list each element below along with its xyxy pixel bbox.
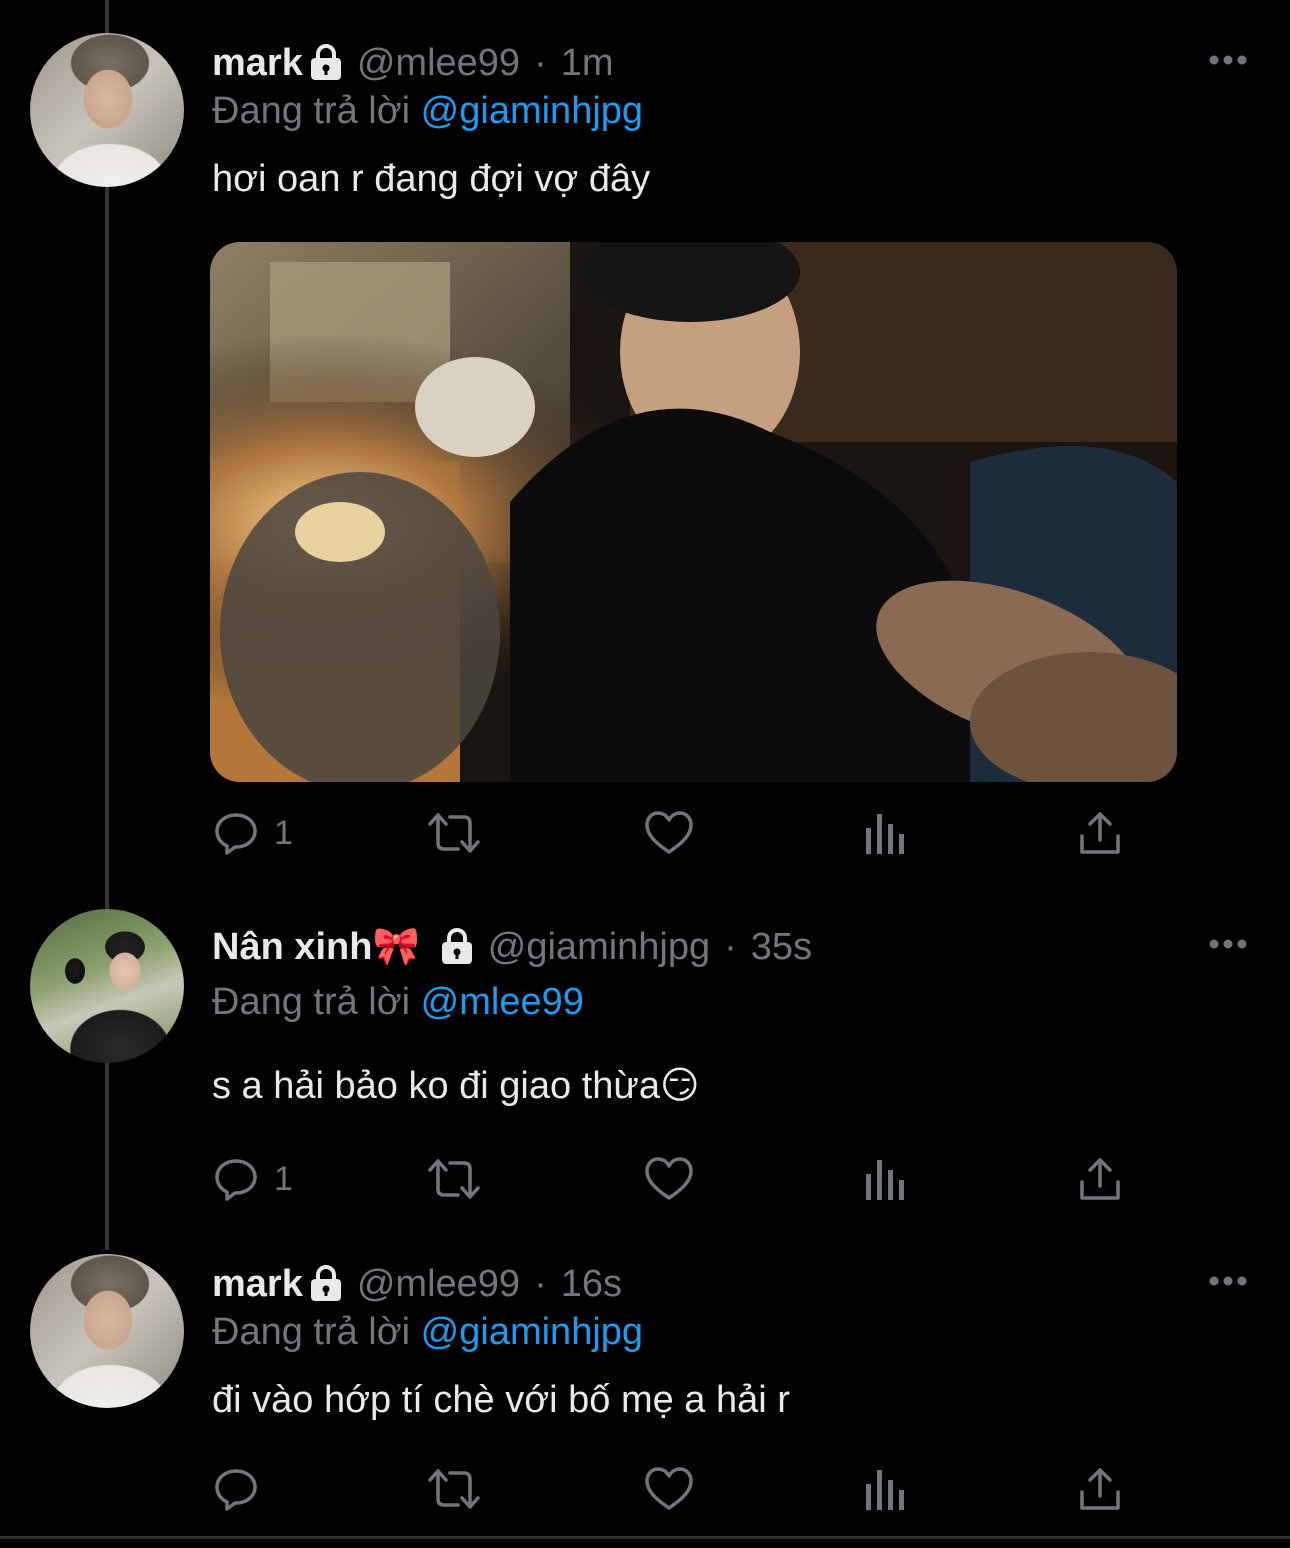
more-icon[interactable] [1208,937,1248,949]
retweet-icon [428,1469,480,1509]
heart-icon [645,811,693,854]
timestamp[interactable]: 16s [561,1262,622,1306]
mention-link[interactable]: @giaminhjpg [421,1311,643,1353]
media-image [210,242,1177,782]
mention-link[interactable]: @giaminhjpg [421,90,643,132]
retweet-icon [428,813,480,853]
mention-link[interactable]: @mlee99 [421,981,584,1023]
handle[interactable]: @giaminhjpg [488,925,710,969]
replying-prefix: Đang trả lời [212,981,411,1023]
tweet-text: hơi oan r đang đợi vợ đây [212,158,651,200]
display-name[interactable]: mark [212,41,303,85]
retweet-button[interactable] [426,1154,482,1204]
tweet-header: mark @mlee99 · 16s [212,1262,622,1306]
tweet-header: mark @mlee99 · 1m [212,41,614,85]
like-button[interactable] [644,1154,694,1204]
more-icon[interactable] [1208,1274,1248,1286]
more-icon[interactable] [1208,53,1248,65]
views-icon [866,1470,904,1510]
reply-button[interactable] [212,1464,274,1514]
like-button[interactable] [644,808,694,858]
reply-count: 1 [274,1159,293,1198]
replying-to: Đang trả lời @giaminhjpg [212,89,643,133]
like-button[interactable] [644,1464,694,1514]
reply-icon [215,1159,257,1201]
views-button[interactable] [864,808,908,858]
lock-icon [309,44,343,82]
tweet-media[interactable] [210,242,1177,782]
share-icon [1080,1158,1120,1200]
tweet-actions: 1 [212,808,1132,858]
separator: · [534,1263,547,1305]
tweet-actions: 1 [212,1154,1132,1204]
replying-to: Đang trả lời @mlee99 [212,980,584,1024]
lock-icon [440,928,474,966]
avatar[interactable] [30,33,184,187]
tweet-header: Nân xinh🎀 @giaminhjpg · 35s [212,925,812,969]
replying-prefix: Đang trả lời [212,1311,411,1353]
timestamp[interactable]: 1m [561,41,614,85]
share-button[interactable] [1078,808,1122,858]
share-button[interactable] [1078,1464,1122,1514]
share-icon [1080,812,1120,854]
heart-icon [645,1157,693,1200]
tweet-text: s a hải bảo ko đi giao thừa😏 [212,1065,700,1107]
handle[interactable]: @mlee99 [357,41,520,85]
share-icon [1080,1468,1120,1510]
divider [0,1536,1290,1539]
reply-count: 1 [274,813,293,852]
reply-icon [215,813,257,855]
display-name[interactable]: Nân xinh🎀 [212,925,420,969]
separator: · [724,926,737,968]
tweet-text: đi vào hớp tí chè với bố mẹ a hải r [212,1379,790,1421]
handle[interactable]: @mlee99 [357,1262,520,1306]
replying-prefix: Đang trả lời [212,90,411,132]
views-icon [866,814,904,854]
lock-icon [309,1265,343,1303]
retweet-icon [428,1159,480,1199]
retweet-button[interactable] [426,808,482,858]
display-name[interactable]: mark [212,1262,303,1306]
views-button[interactable] [864,1154,908,1204]
tweet-actions [212,1464,1132,1514]
views-icon [866,1160,904,1200]
replying-to: Đang trả lời @giaminhjpg [212,1310,643,1354]
separator: · [534,42,547,84]
reply-icon [215,1469,257,1511]
views-button[interactable] [864,1464,908,1514]
reply-button[interactable]: 1 [212,1154,293,1204]
tweet-1[interactable]: mark @mlee99 · 1m Đang trả lời @giaminhj… [0,0,1290,890]
reply-button[interactable]: 1 [212,808,293,858]
avatar[interactable] [30,1254,184,1408]
share-button[interactable] [1078,1154,1122,1204]
heart-icon [645,1467,693,1510]
timestamp[interactable]: 35s [751,925,812,969]
retweet-button[interactable] [426,1464,482,1514]
